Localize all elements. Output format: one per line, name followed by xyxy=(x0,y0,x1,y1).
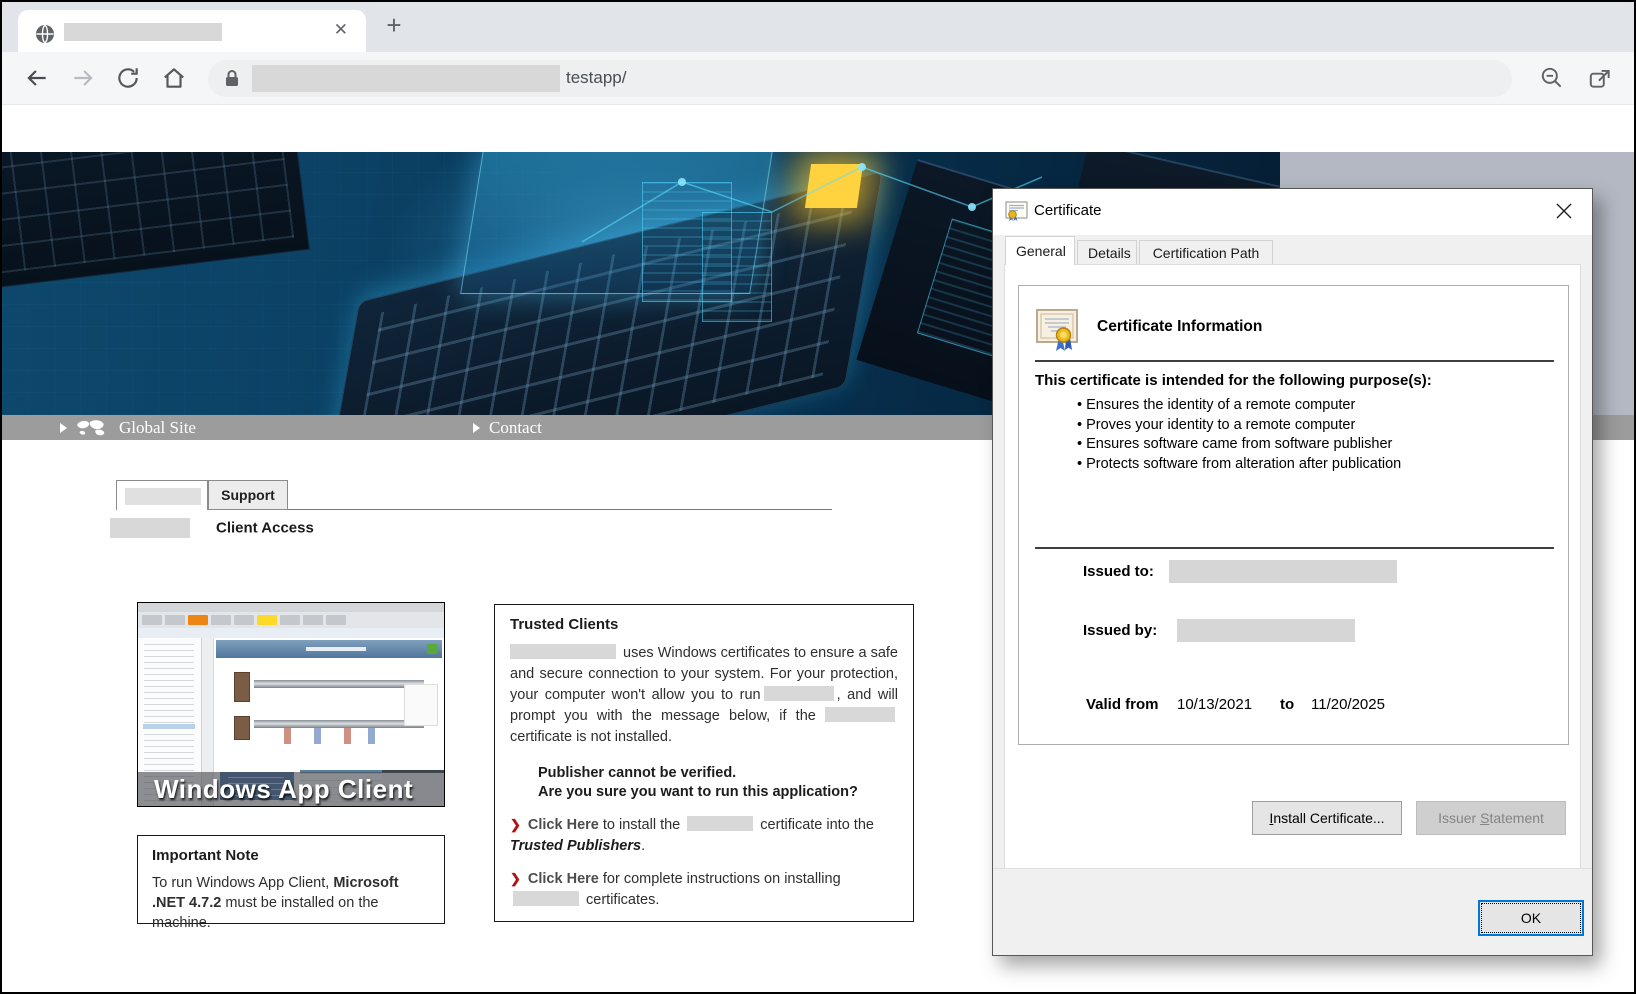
line-text: certificates. xyxy=(582,892,659,908)
warning-line: Publisher cannot be verified. xyxy=(538,764,898,783)
certificate-dialog: Certificate General Details Certificatio… xyxy=(992,188,1593,956)
page-tab-support[interactable]: Support xyxy=(208,480,288,510)
tab-close-icon[interactable]: ✕ xyxy=(334,20,348,40)
click-here-link[interactable]: Click Here xyxy=(528,871,599,887)
install-cert-line: ❯ Click Here to install the certificate i… xyxy=(510,814,898,857)
inline-redacted xyxy=(513,891,579,906)
windows-app-client-thumbnail[interactable]: Windows App Client xyxy=(137,602,445,807)
valid-to-label: to xyxy=(1280,696,1294,713)
important-note-title: Important Note xyxy=(152,847,430,864)
browser-toolbar: testapp/ xyxy=(2,52,1634,105)
trusted-publishers-text: Trusted Publishers xyxy=(510,838,641,854)
issued-to-redacted xyxy=(1169,560,1397,583)
purpose-item: Ensures software came from software publ… xyxy=(1077,435,1401,455)
page-tab-redacted[interactable] xyxy=(116,480,208,510)
button-text: Issuer xyxy=(1438,810,1476,826)
separator xyxy=(1035,360,1554,362)
dialog-tab-strip: General Details Certification Path xyxy=(993,235,1592,265)
purpose-list: Ensures the identity of a remote compute… xyxy=(1077,396,1401,474)
home-icon[interactable] xyxy=(161,65,189,93)
url-text: testapp/ xyxy=(566,68,627,88)
trusted-clients-paragraph: uses Windows certificates to ensure a sa… xyxy=(510,643,898,748)
issuer-statement-button[interactable]: Issuer Statement xyxy=(1416,801,1566,835)
zoom-out-icon[interactable] xyxy=(1539,65,1567,93)
tab-details[interactable]: Details xyxy=(1077,240,1137,265)
nav-arrow-icon xyxy=(60,423,67,433)
trusted-clients-box: Trusted Clients uses Windows certificate… xyxy=(494,604,914,922)
issued-to-label: Issued to: xyxy=(1083,563,1154,580)
tab-certification-path[interactable]: Certification Path xyxy=(1139,240,1273,265)
new-tab-button[interactable]: + xyxy=(378,10,410,42)
client-access-label: Client Access xyxy=(216,520,314,537)
browser-tab[interactable]: ✕ xyxy=(18,10,366,52)
click-here-link[interactable]: Click Here xyxy=(528,817,599,833)
url-redacted xyxy=(252,65,560,92)
inline-redacted xyxy=(764,686,834,701)
trusted-clients-title: Trusted Clients xyxy=(510,616,898,633)
tab-label-redacted xyxy=(125,488,201,505)
purpose-item: Protects software from alteration after … xyxy=(1077,455,1401,475)
forward-icon[interactable] xyxy=(70,65,98,93)
tab-general[interactable]: General xyxy=(1005,236,1075,265)
client-access-heading: Client Access xyxy=(110,518,314,542)
certificate-group-box: Certificate Information This certificate… xyxy=(1018,285,1569,745)
purpose-item: Ensures the identity of a remote compute… xyxy=(1077,396,1401,416)
instructions-line: ❯ Click Here for complete instructions on… xyxy=(510,868,898,911)
chevron-icon: ❯ xyxy=(510,817,521,832)
windows-app-client-banner: Windows App Client xyxy=(138,772,444,806)
issued-by-label: Issued by: xyxy=(1083,622,1157,639)
line-text: certificate into the xyxy=(756,817,874,833)
dialog-tab-panel: Certificate Information This certificate… xyxy=(1004,264,1581,869)
purpose-item: Proves your identity to a remote compute… xyxy=(1077,416,1401,436)
address-bar[interactable]: testapp/ xyxy=(208,60,1512,97)
install-certificate-button[interactable]: Install Certificate... xyxy=(1252,801,1402,835)
world-map-icon xyxy=(76,419,110,436)
certificate-large-icon xyxy=(1035,308,1081,352)
reload-icon[interactable] xyxy=(115,65,143,93)
button-text: Statement xyxy=(1480,802,1544,834)
intended-purposes-heading: This certificate is intended for the fol… xyxy=(1035,372,1432,389)
dialog-footer: OK xyxy=(993,868,1592,955)
lock-icon[interactable] xyxy=(224,69,240,88)
browser-tab-strip: ✕ + xyxy=(2,2,1634,52)
nav-arrow-icon xyxy=(473,423,480,433)
network-lines xyxy=(562,152,1062,272)
certificate-small-icon xyxy=(1005,201,1029,222)
separator xyxy=(1035,547,1554,549)
valid-start-date: 10/13/2021 xyxy=(1177,696,1252,713)
line-text: to install the xyxy=(599,817,684,833)
dialog-title: Certificate xyxy=(1034,202,1102,219)
nav-item-global-site[interactable]: Global Site xyxy=(60,415,196,440)
tab-title-redacted xyxy=(64,23,222,41)
note-text: To run Windows App Client, xyxy=(152,875,333,891)
screenshot-root: ✕ + testapp/ 8 xyxy=(0,0,1636,994)
inline-redacted xyxy=(825,707,895,722)
nav-item-contact[interactable]: Contact xyxy=(473,415,542,440)
dialog-title-bar[interactable]: Certificate xyxy=(993,189,1592,235)
nav-label: Contact xyxy=(489,418,542,438)
share-icon[interactable] xyxy=(1587,65,1615,93)
inline-redacted xyxy=(510,644,616,659)
page-top-band: 8 xyxy=(2,105,1634,152)
chevron-icon: ❯ xyxy=(510,871,521,886)
valid-end-date: 11/20/2025 xyxy=(1311,696,1385,713)
certificate-information-title: Certificate Information xyxy=(1097,318,1262,336)
ok-button[interactable]: OK xyxy=(1478,900,1584,936)
dialog-close-icon[interactable] xyxy=(1550,197,1578,225)
nav-label: Global Site xyxy=(119,418,196,438)
issued-by-redacted xyxy=(1177,619,1355,642)
important-note-box: Important Note To run Windows App Client… xyxy=(137,835,445,924)
publisher-warning: Publisher cannot be verified. Are you su… xyxy=(538,764,898,802)
line-text: for complete instructions on installing xyxy=(599,871,841,887)
important-note-body: To run Windows App Client, Microsoft .NE… xyxy=(152,873,430,933)
paragraph-text: certificate is not installed. xyxy=(510,729,672,745)
line-text: . xyxy=(641,838,645,854)
valid-from-label: Valid from xyxy=(1086,696,1159,713)
heading-redacted xyxy=(110,518,190,538)
inline-redacted xyxy=(687,816,753,831)
globe-favicon-icon xyxy=(34,23,56,45)
warning-line: Are you sure you want to run this applic… xyxy=(538,783,898,802)
back-icon[interactable] xyxy=(24,65,52,93)
